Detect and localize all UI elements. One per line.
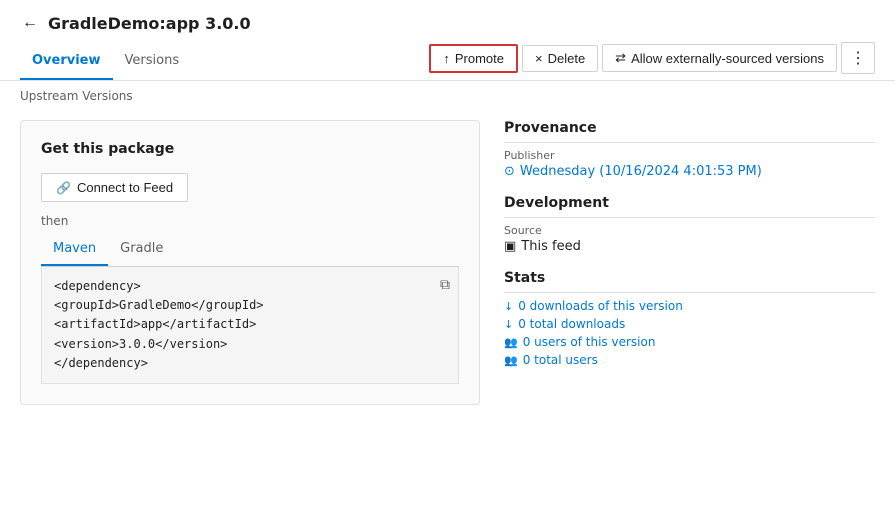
delete-x-icon: × [535, 51, 543, 66]
stat-icon: ↓ [504, 300, 513, 313]
publisher-clock-icon: ⊙ [504, 164, 515, 179]
development-section: Development Source ▣ This feed [504, 195, 875, 254]
stats-section: Stats ↓ 0 downloads of this version ↓ 0 tot… [504, 270, 875, 367]
more-icon: ⋮ [850, 48, 866, 68]
code-tabs: Maven Gradle [41, 236, 459, 267]
tab-navigation: Overview Versions [20, 47, 429, 80]
development-title: Development [504, 195, 875, 218]
back-button[interactable]: ← [20, 12, 40, 34]
code-tab-gradle[interactable]: Gradle [108, 236, 175, 266]
stats-list: ↓ 0 downloads of this version ↓ 0 total dow… [504, 299, 875, 367]
main-content: Get this package 🔗 Connect to Feed then … [0, 108, 895, 417]
publisher-label: Publisher [504, 149, 875, 162]
page-title: GradleDemo:app 3.0.0 [48, 14, 251, 33]
get-package-panel: Get this package 🔗 Connect to Feed then … [20, 120, 480, 405]
tab-versions[interactable]: Versions [113, 47, 192, 80]
connect-icon: 🔗 [56, 181, 71, 195]
upstream-versions-link[interactable]: Upstream Versions [20, 89, 133, 103]
allow-external-icon: ⇄ [615, 50, 626, 66]
panel-title: Get this package [41, 141, 459, 157]
stat-icon: 👥 [504, 336, 518, 349]
tab-overview[interactable]: Overview [20, 47, 113, 80]
stat-item: ↓ 0 total downloads [504, 317, 875, 331]
provenance-section: Provenance Publisher ⊙ Wednesday (10/16/… [504, 120, 875, 179]
publisher-value: ⊙ Wednesday (10/16/2024 4:01:53 PM) [504, 164, 875, 179]
stats-title: Stats [504, 270, 875, 293]
source-value: ▣ This feed [504, 239, 875, 254]
source-label: Source [504, 224, 875, 237]
provenance-title: Provenance [504, 120, 875, 143]
code-tab-maven[interactable]: Maven [41, 236, 108, 266]
stat-text: 0 downloads of this version [518, 299, 683, 313]
stat-item: 👥 0 users of this version [504, 335, 875, 349]
toolbar-buttons: ↑ Promote × Delete ⇄ Allow externally-so… [429, 42, 875, 74]
promote-button[interactable]: ↑ Promote [429, 44, 518, 73]
code-content: <dependency> <groupId>GradleDemo</groupI… [54, 277, 446, 373]
promote-up-icon: ↑ [443, 51, 450, 66]
right-panel: Provenance Publisher ⊙ Wednesday (10/16/… [504, 120, 875, 405]
allow-external-button[interactable]: ⇄ Allow externally-sourced versions [602, 44, 837, 72]
sub-navigation: Upstream Versions [0, 81, 895, 108]
stat-icon: ↓ [504, 318, 513, 331]
stat-icon: 👥 [504, 354, 518, 367]
delete-button[interactable]: × Delete [522, 45, 598, 72]
source-feed-icon: ▣ [504, 239, 516, 254]
stat-text: 0 total downloads [518, 317, 625, 331]
stat-item: ↓ 0 downloads of this version [504, 299, 875, 313]
stat-item: 👥 0 total users [504, 353, 875, 367]
stat-text: 0 total users [523, 353, 598, 367]
stat-text: 0 users of this version [523, 335, 656, 349]
more-options-button[interactable]: ⋮ [841, 42, 875, 74]
connect-to-feed-button[interactable]: 🔗 Connect to Feed [41, 173, 188, 202]
code-block: ⧉ <dependency> <groupId>GradleDemo</grou… [41, 267, 459, 384]
page-header: ← GradleDemo:app 3.0.0 [0, 0, 895, 42]
then-label: then [41, 214, 459, 228]
copy-icon[interactable]: ⧉ [440, 275, 450, 297]
